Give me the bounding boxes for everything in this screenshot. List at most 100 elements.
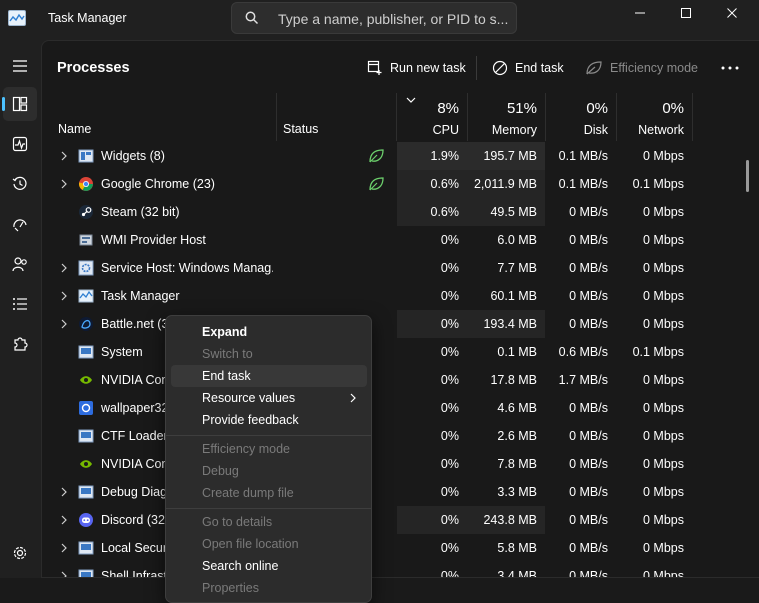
process-name: WMI Provider Host (101, 233, 206, 247)
memory-label: Memory (491, 123, 537, 137)
chevron-right-icon[interactable] (58, 317, 70, 331)
menu-item-switch-to[interactable]: Switch to (171, 343, 367, 365)
efficiency-leaf-icon (369, 177, 384, 191)
end-task-button[interactable]: End task (492, 53, 564, 83)
process-name: Google Chrome (23) (101, 177, 215, 191)
menu-item-go-to-details[interactable]: Go to details (171, 511, 367, 533)
minimize-button[interactable] (617, 0, 663, 26)
column-header-memory[interactable]: 51% Memory (467, 93, 545, 141)
table-row[interactable]: Local Securit 0% 5.8 MB 0 MB/s 0 Mbps (42, 534, 742, 562)
nav-settings[interactable] (3, 536, 37, 570)
menu-item-resource-values-label: Resource values (202, 391, 296, 405)
maximize-button[interactable] (663, 0, 709, 26)
table-row[interactable]: Battle.net (32 0% 193.4 MB 0 MB/s 0 Mbps (42, 310, 742, 338)
table-row[interactable]: Steam (32 bit) 0.6% 49.5 MB 0 MB/s 0 Mbp… (42, 198, 742, 226)
table-row[interactable]: Google Chrome (23) 0.6% 2,011.9 MB 0.1 M… (42, 170, 742, 198)
nav-performance[interactable] (3, 127, 37, 161)
chevron-right-icon[interactable] (58, 541, 70, 555)
memory-value: 3.3 MB (497, 485, 537, 499)
cpu-value: 0% (440, 261, 459, 275)
column-header-cpu[interactable]: 8% CPU (397, 93, 467, 141)
processes-icon (12, 96, 28, 112)
menu-item-efficiency-mode[interactable]: Efficiency mode (171, 438, 367, 460)
table-row[interactable]: WMI Provider Host 0% 6.0 MB 0 MB/s 0 Mbp… (42, 226, 742, 254)
column-divider (692, 93, 693, 141)
efficiency-mode-button[interactable]: Efficiency mode (585, 53, 698, 83)
more-options-button[interactable] (721, 53, 739, 83)
disk-value: 1.7 MB/s (558, 373, 608, 387)
cpu-value: 0.6% (397, 170, 467, 198)
chevron-right-icon[interactable] (58, 513, 70, 527)
processes-panel: Processes Run new task End task Efficien… (41, 40, 759, 578)
chevron-right-icon[interactable] (58, 177, 70, 191)
memory-value: 49.5 MB (467, 198, 545, 226)
cpu-value: 0% (440, 401, 459, 415)
nav-users[interactable] (3, 247, 37, 281)
cpu-value: 0% (440, 429, 459, 443)
history-icon (12, 176, 27, 190)
memory-value: 0.1 MB (497, 345, 537, 359)
disk-value: 0.1 MB/s (558, 177, 608, 191)
table-row[interactable]: wallpaper32 0% 4.6 MB 0 MB/s 0 Mbps (42, 394, 742, 422)
column-header-name[interactable]: Name (58, 122, 91, 136)
run-new-task-button[interactable]: Run new task (367, 53, 466, 83)
chevron-right-icon[interactable] (58, 485, 70, 499)
menu-item-expand[interactable]: Expand (171, 321, 367, 343)
chevron-right-icon[interactable] (58, 149, 70, 163)
column-header-status[interactable]: Status (283, 122, 318, 136)
cpu-value: 0% (440, 373, 459, 387)
menu-separator (166, 508, 371, 509)
chevron-right-icon[interactable] (58, 569, 70, 578)
table-row[interactable]: NVIDIA Conta 0% 17.8 MB 1.7 MB/s 0 Mbps (42, 366, 742, 394)
table-row[interactable]: Service Host: Windows Manag... 0% 7.7 MB… (42, 254, 742, 282)
nav-processes[interactable] (2, 87, 37, 121)
memory-value: 60.1 MB (490, 289, 537, 303)
leaf-icon (586, 61, 602, 75)
cpu-value: 0% (397, 310, 467, 338)
menu-item-end-task[interactable]: End task (171, 365, 367, 387)
column-header-network[interactable]: 0% Network (616, 93, 692, 141)
table-row[interactable]: Task Manager 0% 60.1 MB 0 MB/s 0 Mbps (42, 282, 742, 310)
efficiency-mode-label: Efficiency mode (610, 61, 699, 75)
hamburger-menu-button[interactable] (3, 49, 37, 83)
close-button[interactable] (709, 0, 755, 26)
memory-value: 5.8 MB (497, 541, 537, 555)
menu-item-open-file-location[interactable]: Open file location (171, 533, 367, 555)
memory-value: 2,011.9 MB (467, 170, 545, 198)
menu-item-resource-values[interactable]: Resource values (171, 387, 367, 409)
search-input[interactable] (278, 9, 508, 29)
nav-details[interactable] (3, 287, 37, 321)
column-divider (276, 93, 277, 141)
nav-startup-apps[interactable] (3, 207, 37, 241)
task-manager-app-icon (8, 10, 26, 26)
service-host-gear-icon (78, 260, 94, 276)
network-value: 0 Mbps (643, 429, 684, 443)
memory-value: 3.4 MB (497, 569, 537, 578)
table-row[interactable]: CTF Loader 0% 2.6 MB 0 MB/s 0 Mbps (42, 422, 742, 450)
menu-item-provide-feedback[interactable]: Provide feedback (171, 409, 367, 431)
chevron-right-icon (350, 393, 356, 403)
menu-item-debug[interactable]: Debug (171, 460, 367, 482)
menu-item-properties[interactable]: Properties (171, 577, 367, 599)
disk-value: 0 MB/s (569, 569, 608, 578)
steam-icon (79, 205, 93, 219)
table-row[interactable]: Shell Infrastr 0% 3.4 MB 0 MB/s 0 Mbps (42, 562, 742, 578)
table-row[interactable]: NVIDIA Conta 0% 7.8 MB 0 MB/s 0 Mbps (42, 450, 742, 478)
chevron-right-icon[interactable] (58, 261, 70, 275)
menu-item-search-online[interactable]: Search online (171, 555, 367, 577)
search-box[interactable] (231, 2, 517, 34)
network-value: 0 Mbps (643, 205, 684, 219)
context-menu: Expand Switch to End task Resource value… (165, 315, 372, 603)
table-row[interactable]: System 0% 0.1 MB 0.6 MB/s 0.1 Mbps (42, 338, 742, 366)
cpu-value: 0% (440, 289, 459, 303)
table-row[interactable]: Widgets (8) 1.9% 195.7 MB 0.1 MB/s 0 Mbp… (42, 142, 742, 170)
debug-diagnostic-icon (78, 485, 94, 499)
vertical-scrollbar-thumb[interactable] (746, 160, 749, 192)
nav-services[interactable] (3, 327, 37, 361)
table-row[interactable]: Debug Diagn 0% 3.3 MB 0 MB/s 0 Mbps (42, 478, 742, 506)
column-header-disk[interactable]: 0% Disk (545, 93, 616, 141)
chevron-right-icon[interactable] (58, 289, 70, 303)
table-row[interactable]: Discord (32 b 0% 243.8 MB 0 MB/s 0 Mbps (42, 506, 742, 534)
menu-item-create-dump-file[interactable]: Create dump file (171, 482, 367, 504)
nav-app-history[interactable] (3, 167, 37, 201)
